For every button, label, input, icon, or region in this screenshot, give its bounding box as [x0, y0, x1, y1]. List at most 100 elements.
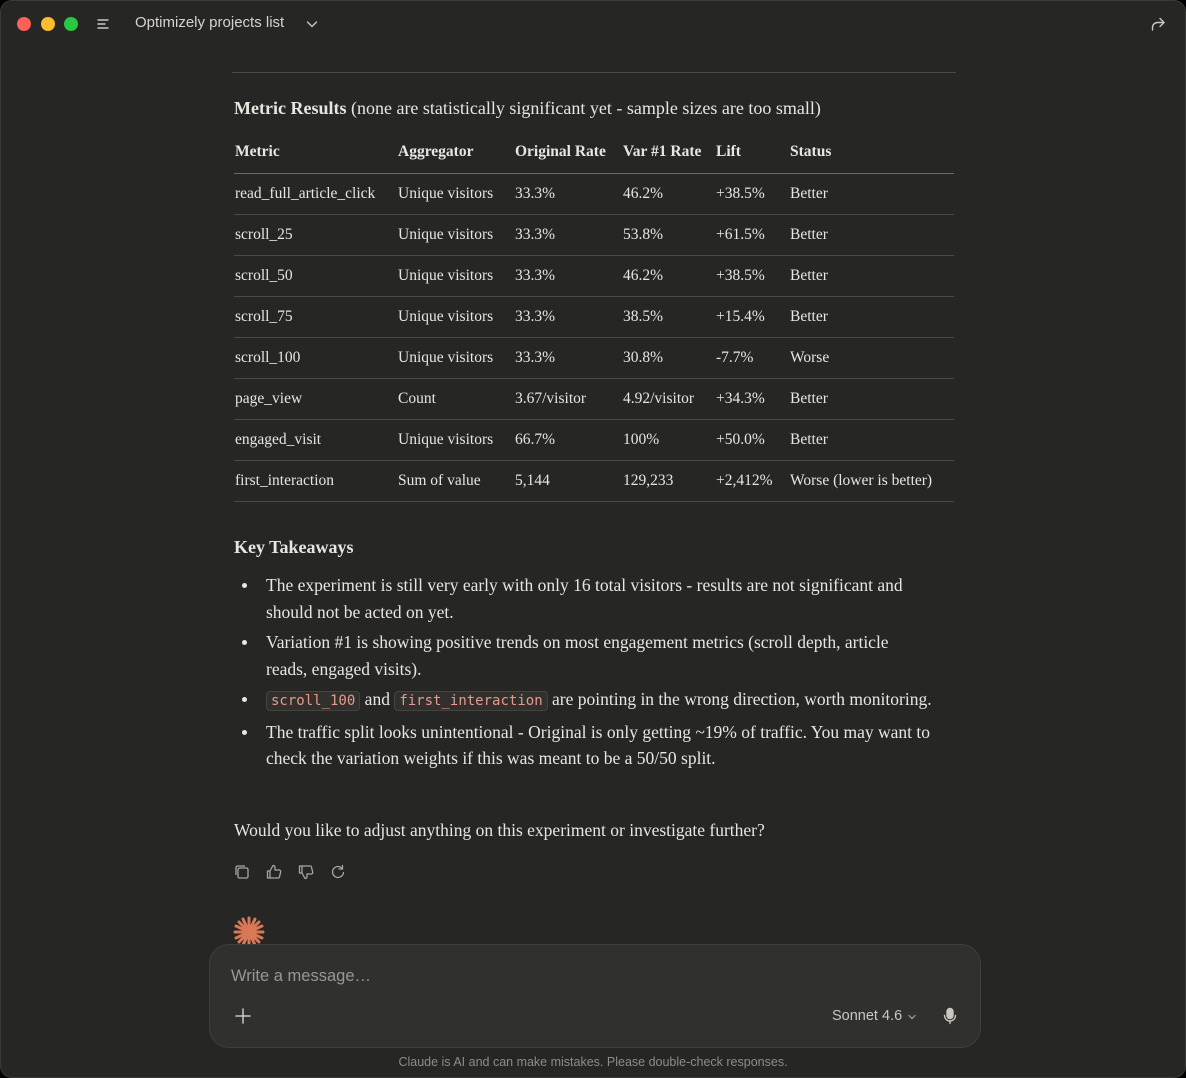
table-cell: +15.4% — [715, 296, 789, 338]
metric-results-table: Metric Aggregator Original Rate Var #1 R… — [234, 131, 954, 502]
conversation-title[interactable]: Optimizely projects list — [135, 14, 284, 31]
table-cell: 38.5% — [622, 296, 715, 338]
table-cell: 33.3% — [514, 296, 622, 338]
app-window: Metric Results (none are statistically s… — [0, 0, 1186, 1078]
list-item: The experiment is still very early with … — [234, 572, 934, 625]
thumbs-down-icon[interactable] — [297, 863, 315, 881]
table-cell: +2,412% — [715, 460, 789, 502]
table-cell: scroll_75 — [234, 296, 397, 338]
list-item-text: are pointing in the wrong direction, wor… — [547, 689, 932, 709]
table-row: engaged_visit Unique visitors 66.7% 100%… — [234, 419, 954, 461]
maximize-window-button[interactable] — [64, 17, 78, 31]
section-divider — [232, 72, 956, 73]
table-cell: +34.3% — [715, 378, 789, 420]
message-input[interactable] — [231, 967, 811, 986]
bullet-dot — [242, 697, 247, 702]
chevron-down-icon[interactable] — [907, 1012, 917, 1022]
table-row: page_view Count 3.67/visitor 4.92/visito… — [234, 378, 954, 420]
header-original-rate: Original Rate — [514, 131, 622, 174]
table-cell: 66.7% — [514, 419, 622, 461]
retry-icon[interactable] — [329, 863, 347, 881]
table-cell: Worse — [789, 337, 954, 379]
table-cell: Unique visitors — [397, 255, 514, 297]
heading-rest: (none are statistically significant yet … — [346, 98, 821, 118]
table-cell: 5,144 — [514, 460, 622, 502]
table-cell: scroll_100 — [234, 337, 397, 379]
table-cell: Sum of value — [397, 460, 514, 502]
ai-disclaimer: Claude is AI and can make mistakes. Plea… — [398, 1055, 788, 1069]
table-cell: Unique visitors — [397, 173, 514, 215]
table-cell: page_view — [234, 378, 397, 420]
table-cell: Better — [789, 296, 954, 338]
table-cell: -7.7% — [715, 337, 789, 379]
table-cell: 46.2% — [622, 255, 715, 297]
microphone-icon[interactable] — [942, 1007, 958, 1025]
table-cell: scroll_25 — [234, 214, 397, 256]
model-selector[interactable]: Sonnet 4.6 — [832, 1008, 902, 1024]
table-cell: Unique visitors — [397, 337, 514, 379]
table-cell: Better — [789, 173, 954, 215]
inline-code-scroll-100: scroll_100 — [266, 691, 361, 711]
table-cell: Better — [789, 378, 954, 420]
inline-code-first-interaction: first_interaction — [394, 691, 548, 711]
table-row: scroll_50 Unique visitors 33.3% 46.2% +3… — [234, 255, 954, 297]
list-item: The traffic split looks unintentional - … — [234, 719, 934, 772]
table-row: read_full_article_click Unique visitors … — [234, 173, 954, 215]
table-cell: Unique visitors — [397, 296, 514, 338]
header-var1-rate: Var #1 Rate — [622, 131, 715, 174]
table-row: scroll_100 Unique visitors 33.3% 30.8% -… — [234, 337, 954, 379]
bullet-dot — [242, 640, 247, 645]
table-cell: 46.2% — [622, 173, 715, 215]
bullet-dot — [242, 583, 247, 588]
table-row: scroll_75 Unique visitors 33.3% 38.5% +1… — [234, 296, 954, 338]
table-cell: engaged_visit — [234, 419, 397, 461]
table-cell: 129,233 — [622, 460, 715, 502]
thumbs-up-icon[interactable] — [265, 863, 283, 881]
list-item: Variation #1 is showing positive trends … — [234, 629, 934, 682]
table-cell: +61.5% — [715, 214, 789, 256]
conversation-area: Metric Results (none are statistically s… — [1, 1, 1185, 1077]
table-cell: 33.3% — [514, 255, 622, 297]
table-cell: Unique visitors — [397, 214, 514, 256]
table-cell: Better — [789, 255, 954, 297]
follow-up-question: Would you like to adjust anything on thi… — [234, 820, 765, 840]
table-cell: Better — [789, 419, 954, 461]
bullet-dot — [242, 729, 247, 735]
table-cell: 30.8% — [622, 337, 715, 379]
menu-lines-icon[interactable] — [96, 16, 112, 32]
table-cell: Better — [789, 214, 954, 256]
table-row: first_interaction Sum of value 5,144 129… — [234, 460, 954, 502]
table-cell: 33.3% — [514, 214, 622, 256]
table-cell: first_interaction — [234, 460, 397, 502]
plus-icon[interactable] — [234, 1007, 252, 1025]
table-cell: 100% — [622, 419, 715, 461]
share-arrow-icon[interactable] — [1149, 15, 1167, 33]
header-metric: Metric — [234, 131, 397, 174]
table-cell: Worse (lower is better) — [789, 460, 954, 502]
table-cell: 33.3% — [514, 337, 622, 379]
table-cell: 33.3% — [514, 173, 622, 215]
table-cell: +50.0% — [715, 419, 789, 461]
close-window-button[interactable] — [17, 17, 31, 31]
table-cell: 3.67/visitor — [514, 378, 622, 420]
header-aggregator: Aggregator — [397, 131, 514, 174]
minimize-window-button[interactable] — [41, 17, 55, 31]
message-composer: Sonnet 4.6 — [209, 944, 981, 1048]
title-bar: Optimizely projects list — [1, 1, 1185, 47]
header-lift: Lift — [715, 131, 789, 174]
chevron-down-icon[interactable] — [305, 17, 319, 31]
table-cell: +38.5% — [715, 173, 789, 215]
list-item-text: Variation #1 is showing positive trends … — [266, 632, 889, 679]
table-header-row: Metric Aggregator Original Rate Var #1 R… — [234, 131, 954, 174]
table-cell: read_full_article_click — [234, 173, 397, 215]
key-takeaways-heading: Key Takeaways — [234, 537, 354, 557]
copy-icon[interactable] — [233, 863, 251, 881]
header-status: Status — [789, 131, 954, 174]
table-cell: 4.92/visitor — [622, 378, 715, 420]
table-row: scroll_25 Unique visitors 33.3% 53.8% +6… — [234, 214, 954, 256]
list-item-text: and — [360, 689, 395, 709]
table-cell: 53.8% — [622, 214, 715, 256]
list-item-text: The experiment is still very early with … — [266, 575, 903, 622]
table-cell: +38.5% — [715, 255, 789, 297]
table-cell: scroll_50 — [234, 255, 397, 297]
